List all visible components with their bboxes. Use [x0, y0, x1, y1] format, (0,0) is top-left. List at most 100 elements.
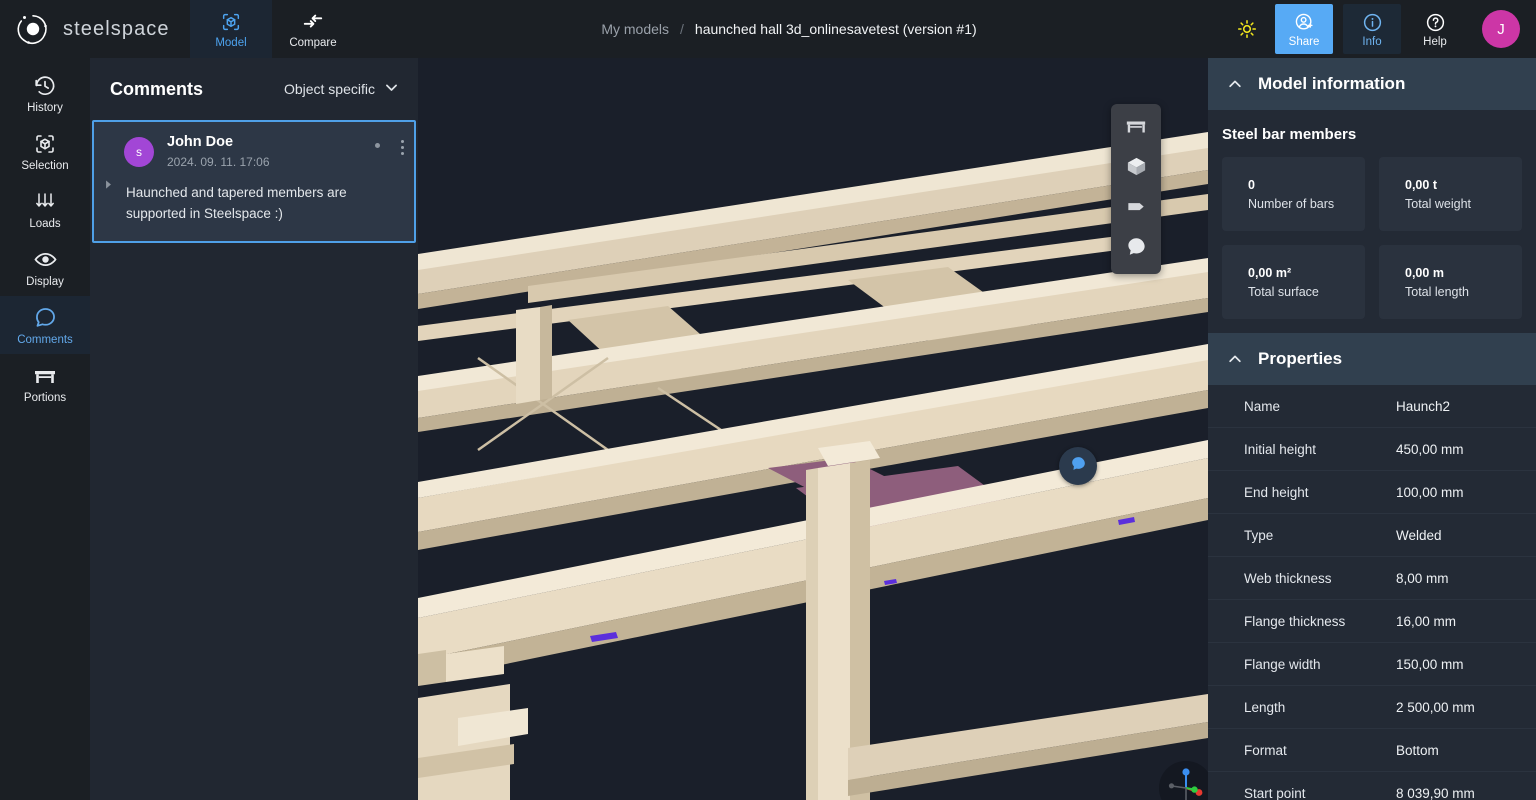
sidebar-item-display-label: Display	[26, 275, 64, 288]
stat-card-total-surface: 0,00 m² Total surface	[1222, 245, 1365, 319]
axis-gizmo-icon	[1159, 761, 1208, 800]
comment-bubble-icon	[1069, 454, 1088, 478]
stat-card-total-weight: 0,00 t Total weight	[1379, 157, 1522, 231]
breadcrumb-root[interactable]: My models	[601, 21, 669, 37]
breadcrumb: My models / haunched hall 3d_onlinesavet…	[354, 0, 1224, 58]
table-row: Web thickness 8,00 mm	[1208, 557, 1536, 600]
help-button[interactable]: Help	[1406, 0, 1464, 58]
property-key: Start point	[1244, 785, 1306, 800]
property-value: 150,00 mm	[1396, 656, 1464, 672]
property-key: Web thickness	[1244, 570, 1332, 586]
properties-header[interactable]: Properties	[1208, 333, 1536, 385]
sidebar-item-loads-label: Loads	[29, 217, 61, 230]
property-value: 2 500,00 mm	[1396, 699, 1475, 715]
table-row: Initial height 450,00 mm	[1208, 428, 1536, 471]
property-key: Format	[1244, 742, 1287, 758]
comments-filter-dropdown[interactable]: Object specific	[284, 79, 400, 99]
compare-arrows-icon	[301, 10, 325, 34]
sidebar-item-portions-label: Portions	[23, 391, 67, 404]
stat-unit: m	[1432, 265, 1444, 280]
comment-bubble-icon	[1125, 235, 1148, 263]
comments-title: Comments	[110, 78, 204, 99]
properties-title: Properties	[1258, 349, 1343, 368]
app-header: steelspace Model Compare My models / hau…	[0, 0, 1536, 58]
table-row: End height 100,00 mm	[1208, 471, 1536, 514]
chevron-up-icon	[1226, 350, 1244, 368]
table-row: Format Bottom	[1208, 729, 1536, 772]
breadcrumb-current: haunched hall 3d_onlinesavetest (version…	[694, 21, 977, 37]
stat-number: 0,00	[1405, 265, 1430, 280]
eye-icon	[33, 247, 58, 273]
comment-text: Haunched and tapered members are support…	[126, 185, 347, 221]
label-tool-button[interactable]	[1117, 194, 1155, 224]
comment-author: John Doe	[167, 134, 234, 150]
avatar[interactable]: J	[1482, 10, 1520, 48]
stat-label: Total length	[1405, 284, 1469, 299]
property-key: End height	[1244, 484, 1309, 500]
share-button[interactable]: Share	[1275, 4, 1333, 54]
brand[interactable]: steelspace	[0, 0, 190, 58]
table-row: Type Welded	[1208, 514, 1536, 557]
theme-toggle-button[interactable]	[1224, 0, 1270, 58]
comment-bubble-icon	[33, 305, 58, 331]
comments-header: Comments Object specific	[90, 58, 418, 120]
sidebar-item-comments[interactable]: Comments	[0, 296, 90, 354]
property-value: 450,00 mm	[1396, 441, 1464, 457]
sun-theme-icon	[1236, 17, 1258, 41]
right-panel: Model information Steel bar members 0 Nu…	[1208, 58, 1536, 800]
help-label: Help	[1423, 36, 1447, 48]
property-key: Name	[1244, 398, 1281, 414]
kebab-menu-icon[interactable]	[401, 134, 404, 155]
comment-card[interactable]: s John Doe 2024. 09. 11. 17:06 Haunched …	[92, 120, 416, 243]
table-row: Flange thickness 16,00 mm	[1208, 600, 1536, 643]
left-sidebar: History Selection Loads Display Comments…	[0, 58, 90, 800]
comment-author-block: John Doe 2024. 09. 11. 17:06	[167, 134, 362, 169]
volume-tool-button[interactable]	[1117, 154, 1155, 184]
sidebar-item-loads[interactable]: Loads	[0, 180, 90, 238]
viewport-toolbar	[1111, 104, 1161, 274]
tab-compare[interactable]: Compare	[272, 0, 354, 58]
share-user-icon	[1294, 10, 1315, 34]
comment-pin-marker[interactable]	[1059, 447, 1097, 485]
info-button[interactable]: Info	[1343, 4, 1401, 54]
model-information-header[interactable]: Model information	[1208, 58, 1536, 110]
comment-timestamp: 2024. 09. 11. 17:06	[167, 155, 270, 169]
sidebar-item-comments-label: Comments	[17, 333, 73, 346]
portions-frame-icon	[1124, 116, 1148, 143]
property-value: Haunch2	[1396, 398, 1451, 414]
stat-value: 0,00 m²	[1248, 266, 1365, 280]
tab-compare-label: Compare	[289, 36, 337, 49]
property-key: Initial height	[1244, 441, 1317, 457]
property-value: Welded	[1396, 527, 1442, 543]
sidebar-item-portions[interactable]: Portions	[0, 354, 90, 412]
stat-unit: m²	[1275, 265, 1292, 280]
property-value: 8 039,90 mm	[1396, 785, 1475, 800]
caret-right-icon[interactable]	[102, 134, 124, 225]
stat-value: 0	[1248, 178, 1365, 192]
properties-list: Name Haunch2 Initial height 450,00 mm En…	[1208, 385, 1536, 800]
stat-label: Number of bars	[1248, 196, 1335, 211]
comment-tool-button[interactable]	[1117, 234, 1155, 264]
sidebar-item-display[interactable]: Display	[0, 238, 90, 296]
sidebar-item-history[interactable]: History	[0, 64, 90, 122]
model-information-title: Model information	[1258, 74, 1406, 93]
tab-model[interactable]: Model	[190, 0, 272, 58]
property-key: Flange thickness	[1244, 613, 1346, 629]
property-key: Type	[1244, 527, 1274, 543]
stat-unit: t	[1432, 177, 1437, 192]
portions-tool-button[interactable]	[1117, 114, 1155, 144]
property-key: Length	[1244, 699, 1286, 715]
3d-model-scene	[418, 58, 1208, 800]
axis-orientation-gizmo[interactable]	[1159, 761, 1208, 800]
property-value: Bottom	[1396, 742, 1439, 758]
comment-header-row: s John Doe 2024. 09. 11. 17:06	[124, 134, 404, 169]
model-viewport[interactable]	[418, 58, 1208, 800]
stat-number: 0,00	[1405, 177, 1430, 192]
steelspace-orbit-logo-icon	[16, 12, 50, 46]
model-information-body: Steel bar members 0 Number of bars 0,00 …	[1208, 110, 1536, 333]
stat-value: 0,00 t	[1405, 178, 1522, 192]
share-label: Share	[1288, 36, 1320, 48]
stat-value: 0,00 m	[1405, 266, 1522, 280]
sidebar-item-selection[interactable]: Selection	[0, 122, 90, 180]
property-key: Flange width	[1244, 656, 1321, 672]
